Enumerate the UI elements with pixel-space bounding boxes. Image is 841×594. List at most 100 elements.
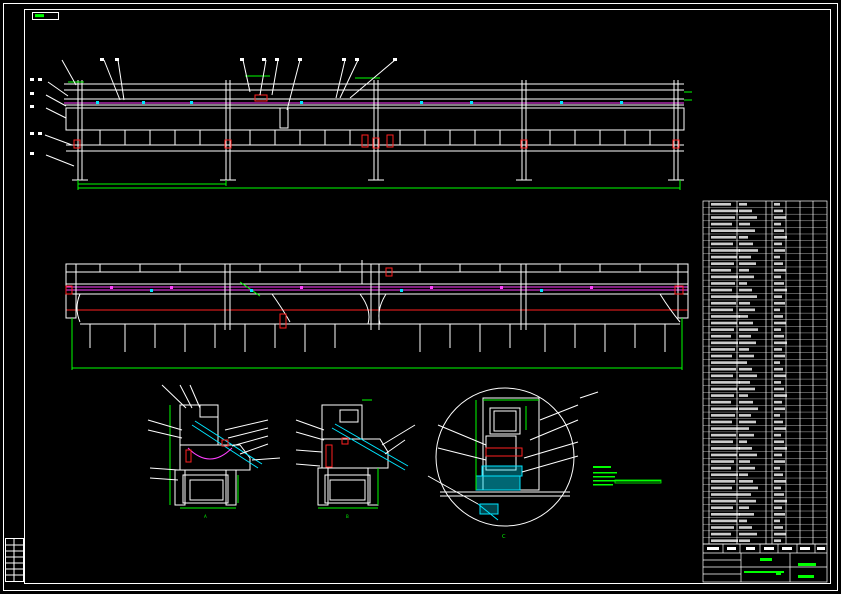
parts-list-cell-mark	[774, 400, 782, 404]
title-block-text	[707, 547, 825, 578]
parts-list-cell-mark	[739, 301, 750, 305]
parts-list-cell-mark	[739, 466, 755, 470]
technical-notes	[593, 466, 662, 486]
parts-list-cell-mark	[739, 440, 747, 444]
parts-list-cell-mark	[711, 367, 736, 371]
parts-list-cell-mark	[774, 249, 785, 252]
parts-list-cell-mark	[711, 275, 738, 279]
parts-list-cell-mark	[774, 367, 783, 371]
parts-list-cell-mark	[739, 532, 757, 536]
parts-list-cell-mark	[711, 433, 736, 437]
parts-list-cell-mark	[711, 499, 736, 503]
parts-list-cell-mark	[711, 407, 738, 411]
parts-list-cell-mark	[774, 255, 780, 259]
parts-list-cell-mark	[774, 374, 786, 378]
parts-list-cell-mark	[739, 519, 747, 523]
parts-list-cell-mark	[711, 328, 734, 331]
parts-list-cell-mark	[711, 493, 739, 496]
parts-list-cell-mark	[711, 282, 735, 285]
parts-list-cell-mark	[739, 334, 751, 338]
parts-list-cell-mark	[774, 480, 786, 483]
section-b-label: B	[346, 514, 349, 519]
parts-list-cell-mark	[711, 321, 737, 325]
parts-list-cell-mark	[774, 420, 783, 424]
parts-list-cell-mark	[774, 235, 787, 239]
parts-list-cell-mark	[739, 341, 756, 345]
parts-list-cell-mark	[774, 526, 783, 529]
parts-list-cell-mark	[774, 321, 786, 325]
front-elevation	[30, 58, 692, 190]
section-view-b	[295, 399, 416, 509]
parts-list-cell-mark	[739, 295, 757, 298]
cad-drawing-canvas: A B C	[3, 3, 838, 591]
parts-list-cell-mark	[711, 532, 731, 536]
section-view-a	[147, 384, 281, 509]
parts-list-cell-mark	[774, 414, 780, 417]
parts-list-cell-mark	[711, 216, 735, 219]
parts-list-cell-mark	[774, 229, 784, 233]
parts-list-cell-mark	[739, 268, 749, 272]
detail-c-label: C	[502, 534, 506, 540]
parts-list-cell-mark	[774, 315, 783, 318]
parts-list-cell-mark	[739, 407, 758, 411]
parts-list-cell-mark	[711, 308, 733, 312]
parts-list-cell-mark	[774, 216, 786, 219]
parts-list-cell-mark	[711, 348, 735, 351]
parts-list-cell-mark	[711, 526, 734, 529]
parts-list-cell-mark	[711, 394, 734, 397]
parts-list-cell-mark	[739, 308, 755, 312]
parts-list-cell-mark	[774, 341, 787, 345]
parts-list-cell-mark	[711, 473, 738, 477]
parts-list-cell-mark	[711, 334, 731, 338]
parts-list-cell-mark	[739, 275, 754, 279]
parts-list-cell-mark	[711, 387, 737, 391]
parts-list-cell-mark	[739, 420, 756, 424]
parts-list-cell-mark	[711, 466, 731, 470]
parts-list-cell-mark	[774, 301, 785, 305]
parts-list-cell-mark	[739, 374, 757, 378]
parts-list-cell-mark	[739, 328, 758, 331]
parts-list-cell-mark	[739, 222, 750, 226]
parts-list-cell-mark	[711, 506, 733, 510]
parts-list-cell-mark	[711, 414, 735, 417]
left-side-revision-table	[5, 538, 24, 582]
parts-list-cell-mark	[739, 321, 753, 325]
parts-list-cell-mark	[711, 288, 732, 292]
parts-list-cell-mark	[774, 387, 784, 391]
plan-view	[65, 260, 689, 370]
parts-list-cell-mark	[739, 387, 755, 391]
parts-list-cell-mark	[774, 222, 781, 226]
drawing-border-inner	[24, 9, 831, 584]
parts-list-cell-mark	[739, 235, 748, 239]
parts-list-cell-mark	[711, 242, 733, 246]
parts-list-cell-mark	[774, 328, 781, 331]
parts-list-cell-mark	[774, 519, 780, 523]
parts-list-cell-mark	[711, 381, 740, 384]
parts-list-cell-mark	[739, 242, 753, 246]
parts-list-cell-mark	[711, 440, 733, 444]
parts-list-cell-mark	[711, 295, 739, 298]
parts-list-cell-mark	[774, 394, 787, 397]
parts-list-cell-mark	[774, 242, 782, 246]
section-a-label: A	[204, 514, 207, 519]
parts-list-cell-mark	[774, 308, 780, 312]
parts-list-cell-mark	[774, 486, 781, 490]
parts-list-cell-mark	[774, 268, 786, 272]
parts-list-cell-mark	[739, 414, 751, 417]
parts-list-cell-mark	[739, 526, 752, 529]
parts-list-cell-mark	[774, 288, 787, 292]
parts-list-cell-mark	[774, 499, 787, 503]
parts-list-cell-mark	[711, 222, 732, 226]
parts-list-cell-mark	[739, 427, 749, 430]
parts-list-cell-mark	[774, 466, 780, 470]
parts-list-cell-mark	[711, 202, 731, 206]
parts-list-cell-mark	[711, 512, 740, 516]
parts-list-cell-mark	[739, 381, 750, 384]
parts-list-cell-mark	[739, 473, 748, 477]
parts-list-cell-mark	[711, 268, 731, 272]
parts-list-cell-mark	[739, 486, 758, 490]
parts-list-cell-mark	[739, 315, 748, 318]
parts-list-cell-mark	[739, 480, 753, 483]
parts-list-cell-mark	[739, 249, 758, 252]
parts-list-cell-mark	[739, 400, 753, 404]
